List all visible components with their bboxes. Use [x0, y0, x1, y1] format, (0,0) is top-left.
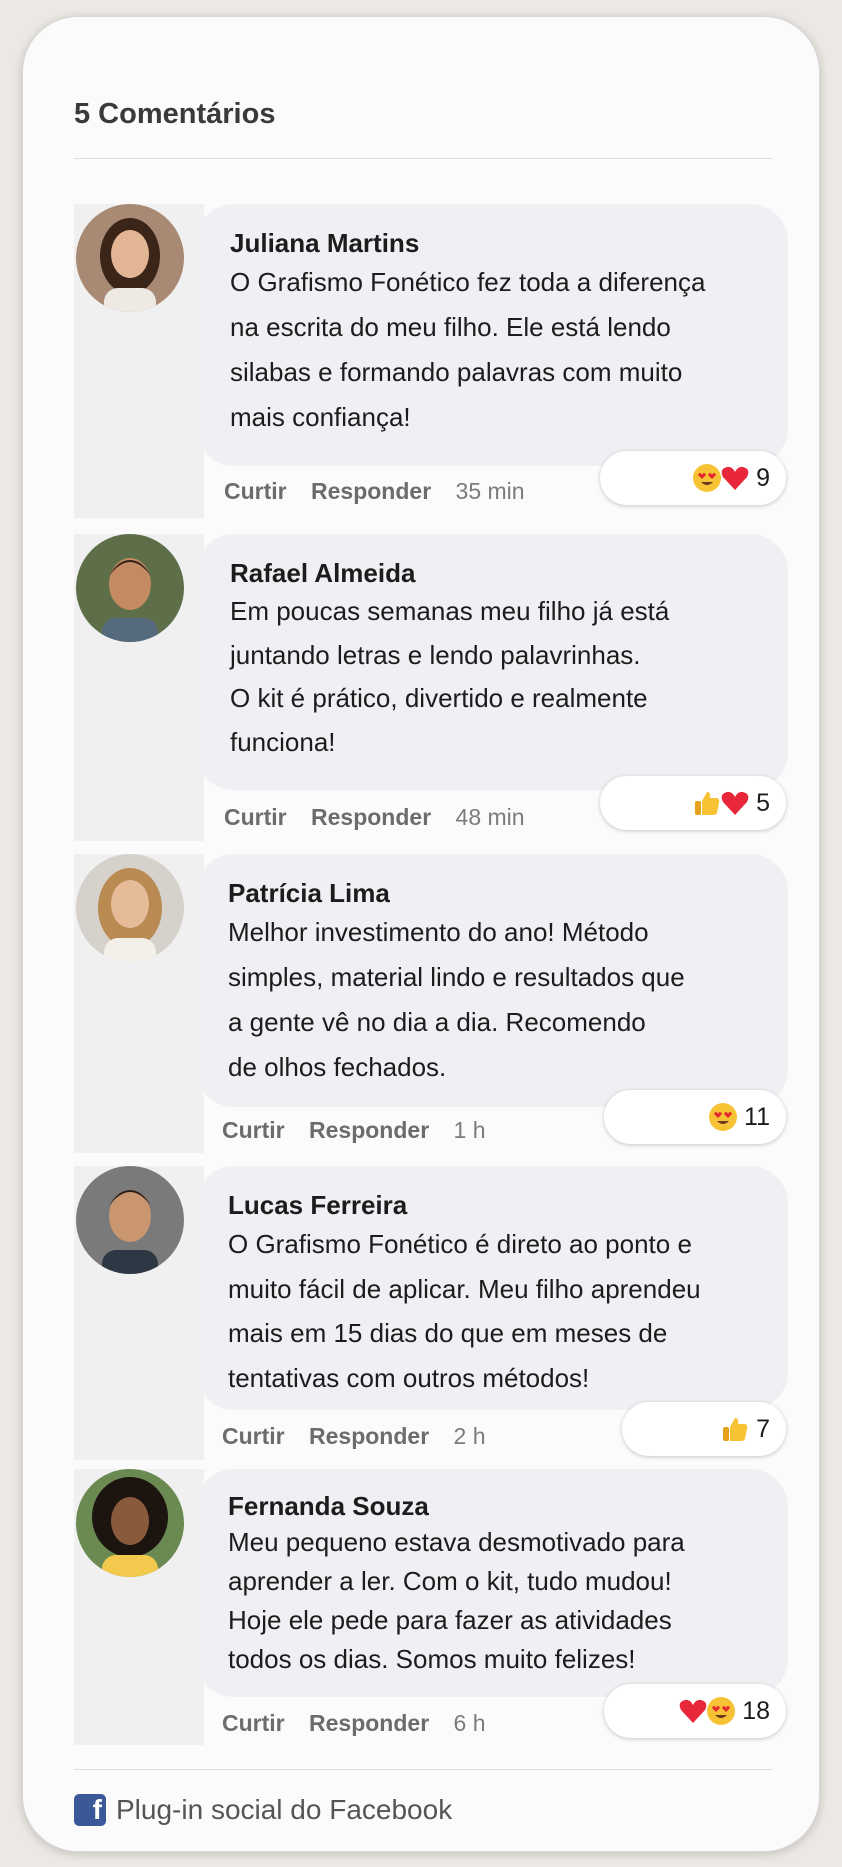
comment-item: Rafael Almeida Em poucas semanas meu fil…: [74, 534, 788, 841]
header-divider: [74, 158, 772, 159]
comment-text: Melhor investimento do ano! Método simpl…: [228, 917, 685, 1082]
thumbs-up-emoji-icon: [720, 1414, 750, 1444]
thumbs-up-emoji-icon: [692, 788, 722, 818]
comment-text: O Grafismo Fonético fez toda a diferença…: [230, 267, 706, 432]
avatar[interactable]: [76, 534, 184, 642]
comment-bubble: Patrícia Lima Melhor investimento do ano…: [196, 854, 788, 1107]
comment-time: 48 min: [455, 804, 525, 830]
reaction-count: 5: [756, 788, 770, 817]
comment-actions: Curtir Responder 35 min: [224, 478, 525, 505]
comments-count-title: 5 Comentários: [74, 98, 276, 130]
reaction-count: 18: [742, 1696, 770, 1725]
footer-label: Plug-in social do Facebook: [116, 1794, 453, 1825]
reaction-count: 7: [756, 1414, 770, 1443]
comment-time: 1 h: [453, 1117, 486, 1143]
comment-bubble: Lucas Ferreira O Grafismo Fonético é dir…: [196, 1166, 788, 1410]
commenter-name[interactable]: Patrícia Lima: [228, 876, 764, 910]
comment-actions: Curtir Responder 48 min: [224, 804, 525, 831]
reply-button[interactable]: Responder: [309, 1423, 429, 1449]
comment-actions: Curtir Responder 6 h: [222, 1710, 486, 1737]
reaction-pill[interactable]: 9: [600, 451, 786, 505]
footer-divider: [74, 1769, 772, 1770]
reaction-pill[interactable]: 5: [600, 776, 786, 830]
reply-button[interactable]: Responder: [311, 478, 431, 504]
comment-actions: Curtir Responder 1 h: [222, 1117, 486, 1144]
reaction-pill[interactable]: 11: [604, 1090, 786, 1144]
comment-bubble: Rafael Almeida Em poucas semanas meu fil…: [196, 534, 788, 790]
like-button[interactable]: Curtir: [222, 1423, 285, 1449]
comment-actions: Curtir Responder 2 h: [222, 1423, 486, 1450]
comment-time: 35 min: [455, 478, 525, 504]
reply-button[interactable]: Responder: [311, 804, 431, 830]
reaction-count: 9: [756, 463, 770, 492]
comment-text: O Grafismo Fonético é direto ao ponto e …: [228, 1229, 701, 1393]
comment-text: Em poucas semanas meu filho já está junt…: [230, 596, 670, 757]
heart-emoji-icon: [720, 463, 750, 493]
comment-time: 2 h: [453, 1423, 486, 1449]
avatar[interactable]: [76, 204, 184, 312]
commenter-name[interactable]: Juliana Martins: [230, 226, 764, 260]
comment-item: Juliana Martins O Grafismo Fonético fez …: [74, 204, 788, 518]
reaction-count: 11: [744, 1102, 770, 1131]
comment-bubble: Fernanda Souza Meu pequeno estava desmot…: [196, 1469, 788, 1697]
like-button[interactable]: Curtir: [222, 1710, 285, 1736]
commenter-name[interactable]: Lucas Ferreira: [228, 1188, 764, 1222]
comment-item: Fernanda Souza Meu pequeno estava desmot…: [74, 1469, 788, 1745]
avatar[interactable]: [76, 1166, 184, 1274]
avatar[interactable]: [76, 1469, 184, 1577]
reply-button[interactable]: Responder: [309, 1710, 429, 1736]
avatar[interactable]: [76, 854, 184, 962]
like-button[interactable]: Curtir: [222, 1117, 285, 1143]
like-button[interactable]: Curtir: [224, 478, 287, 504]
comment-text: Meu pequeno estava desmotivado para apre…: [228, 1527, 685, 1674]
commenter-name[interactable]: Rafael Almeida: [230, 556, 764, 590]
heart-emoji-icon: [720, 788, 750, 818]
comment-item: Patrícia Lima Melhor investimento do ano…: [74, 854, 788, 1153]
like-button[interactable]: Curtir: [224, 804, 287, 830]
reaction-pill[interactable]: 7: [622, 1402, 786, 1456]
comment-time: 6 h: [453, 1710, 486, 1736]
heart-emoji-icon: [678, 1696, 708, 1726]
heart-eyes-emoji-icon: [706, 1696, 736, 1726]
facebook-icon: f: [74, 1794, 106, 1826]
reply-button[interactable]: Responder: [309, 1117, 429, 1143]
comment-item: Lucas Ferreira O Grafismo Fonético é dir…: [74, 1166, 788, 1460]
reaction-pill[interactable]: 18: [604, 1684, 786, 1738]
heart-eyes-emoji-icon: [692, 463, 722, 493]
heart-eyes-emoji-icon: [708, 1102, 738, 1132]
commenter-name[interactable]: Fernanda Souza: [228, 1489, 764, 1523]
facebook-plugin-footer[interactable]: f Plug-in social do Facebook: [74, 1794, 452, 1826]
comment-bubble: Juliana Martins O Grafismo Fonético fez …: [196, 204, 788, 466]
